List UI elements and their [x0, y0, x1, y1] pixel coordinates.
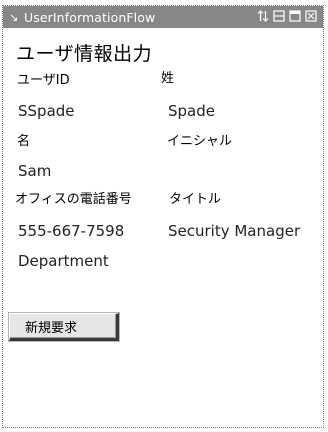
window-controls [257, 9, 317, 23]
user-id-label: ユーザID [17, 73, 70, 88]
last-name-label: 姓 [161, 71, 175, 86]
window-title: UserInformationFlow [24, 9, 156, 25]
first-name-value: Sam [18, 162, 52, 180]
page-heading: ユーザ情報出力 [16, 43, 153, 65]
last-name-value: Spade [168, 102, 215, 120]
job-title-label: タイトル [169, 192, 222, 207]
initial-label: イニシャル [167, 134, 233, 149]
sort-icon[interactable] [257, 9, 269, 23]
maximize-icon[interactable] [289, 9, 301, 23]
close-icon[interactable] [305, 9, 317, 23]
new-request-button[interactable]: 新規要求 [9, 313, 119, 341]
user-information-window: ↘ UserInformationFlow ユーザ情報出力 ユーザID 姓 SS… [2, 5, 324, 428]
office-phone-label: オフィスの電話番号 [15, 192, 132, 207]
department-value: Department [18, 252, 109, 270]
restore-icon[interactable] [273, 9, 285, 23]
user-id-value: SSpade [18, 102, 75, 120]
window-titlebar[interactable]: ↘ UserInformationFlow [3, 6, 323, 28]
portlet-arrow-icon[interactable]: ↘ [9, 12, 19, 23]
office-phone-value: 555-667-7598 [18, 222, 125, 240]
first-name-label: 名 [17, 134, 31, 149]
job-title-value: Security Manager [168, 222, 301, 240]
